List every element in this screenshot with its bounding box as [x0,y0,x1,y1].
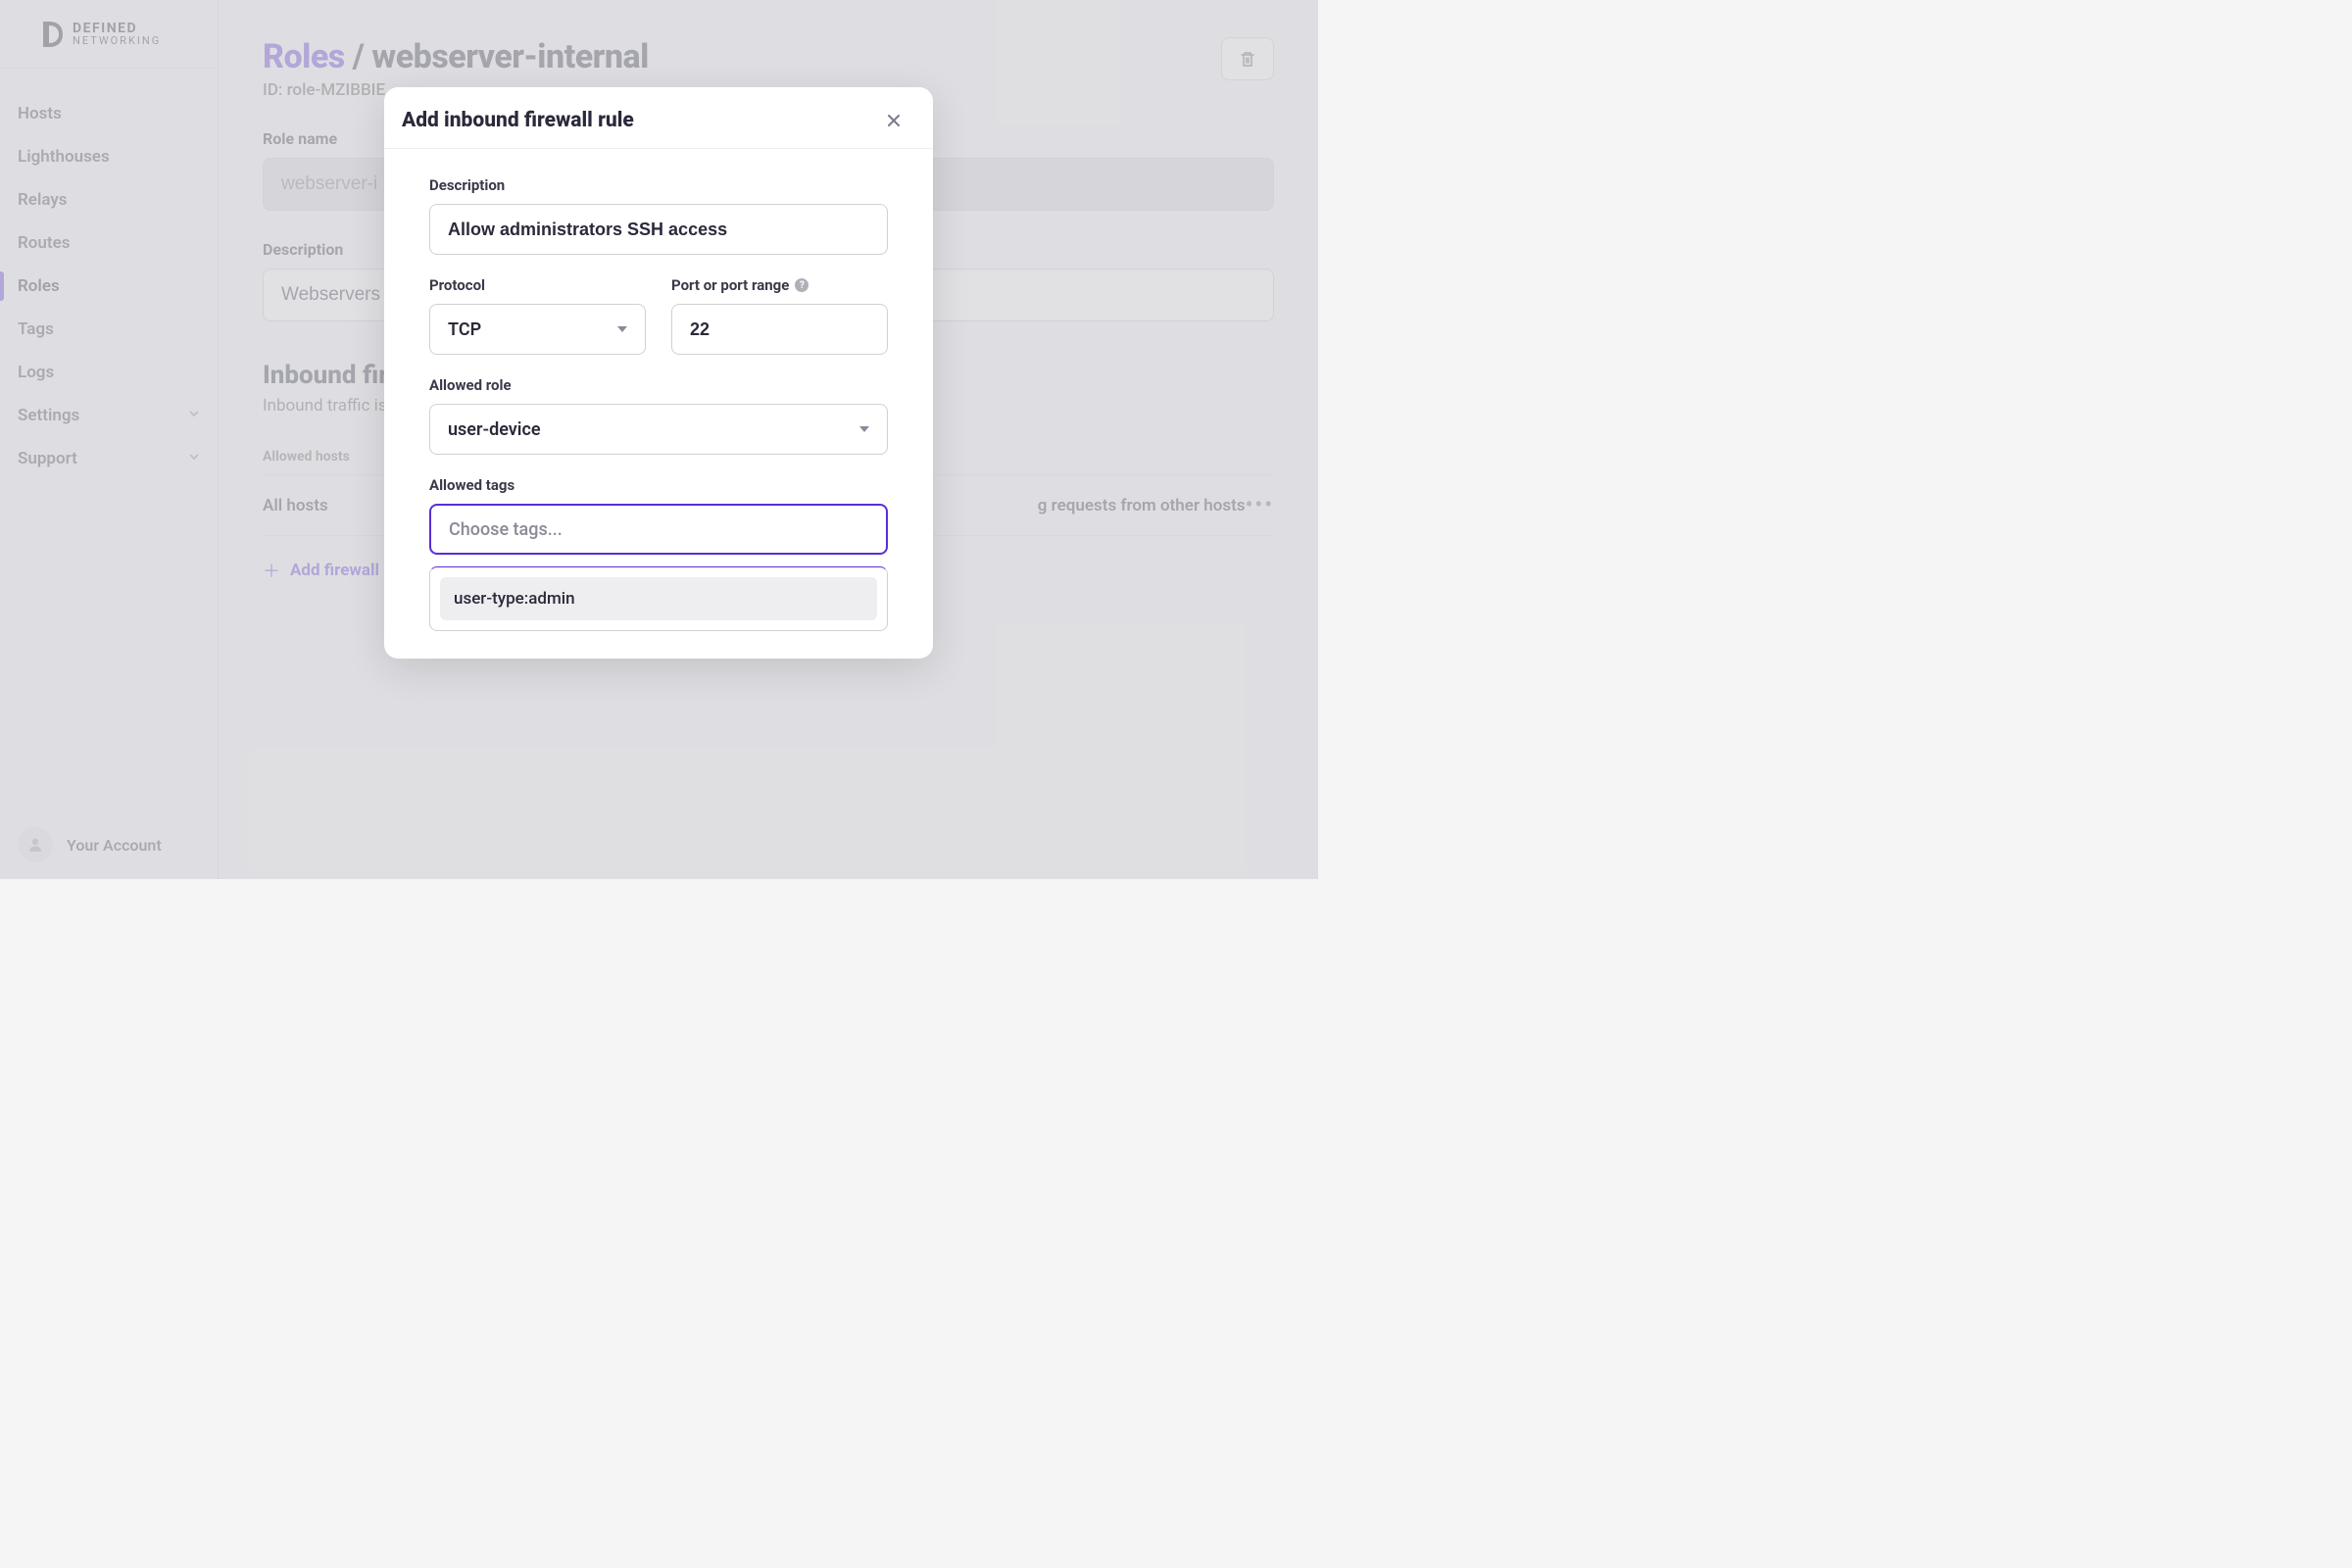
close-icon [885,112,903,129]
caret-down-icon [617,326,627,332]
modal-title: Add inbound firewall rule [402,109,634,132]
modal-port-label: Port or port range ? [671,276,888,294]
modal-allowed-role-select[interactable]: user-device [429,404,888,455]
modal-protocol-select[interactable]: TCP [429,304,646,355]
modal-close-button[interactable] [882,109,906,132]
modal-description-label: Description [429,176,888,194]
modal-protocol-value: TCP [448,319,481,340]
tags-dropdown: user-type:admin [429,566,888,631]
modal-port-input[interactable] [671,304,888,355]
modal-allowed-tags-label: Allowed tags [429,476,888,494]
modal-description-input[interactable] [429,204,888,255]
modal-allowed-role-value: user-device [448,419,541,440]
caret-down-icon [859,426,869,432]
modal-allowed-role-label: Allowed role [429,376,888,394]
help-icon[interactable]: ? [795,278,808,292]
add-firewall-rule-modal: Add inbound firewall rule Description Pr… [384,87,933,659]
tag-option[interactable]: user-type:admin [440,577,877,620]
modal-allowed-tags-input[interactable]: Choose tags... [429,504,888,555]
modal-protocol-label: Protocol [429,276,646,294]
